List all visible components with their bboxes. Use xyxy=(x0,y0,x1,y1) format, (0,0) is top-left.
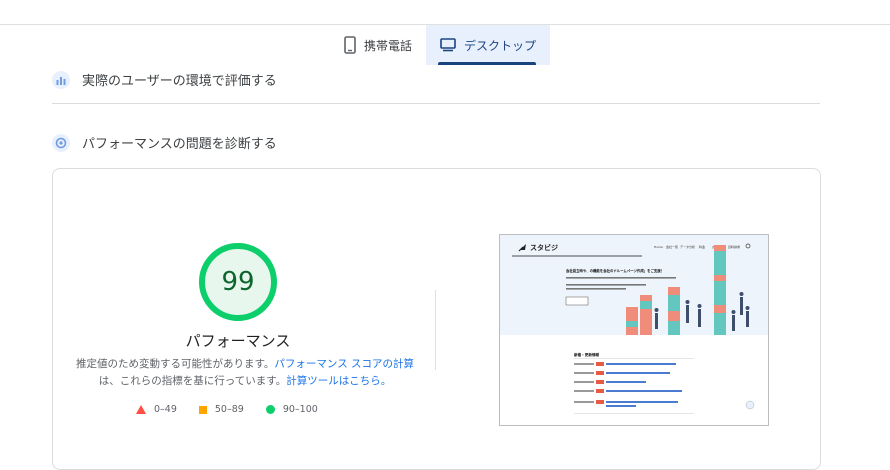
thumb-nav-2: データ分析 xyxy=(680,244,695,249)
description-text-2: は、これらの指標を基に行っています。 xyxy=(98,375,287,387)
thumb-nav-3: 料金 xyxy=(699,244,705,249)
score-calculation-link[interactable]: パフォーマンス スコアの計算 xyxy=(274,358,414,370)
vertical-separator xyxy=(435,290,436,370)
thumb-news-list xyxy=(574,362,694,414)
legend-average: 50–89 xyxy=(198,404,244,415)
mobile-phone-icon xyxy=(344,36,356,54)
thumb-brand: スタビジ xyxy=(530,243,558,252)
tab-desktop[interactable]: デスクトップ xyxy=(426,25,551,65)
score-legend: 0–49 50–89 90–100 xyxy=(136,404,318,415)
page-screenshot-thumbnail[interactable]: スタビジ Home 会社一覧 データ分析 料金 お問合せ 資料請求 会社設立時や… xyxy=(499,234,769,426)
device-tabs: 携帯電話 デスクトップ xyxy=(330,25,551,65)
desktop-monitor-icon xyxy=(440,38,456,52)
description-text-1: 推定値のため変動する可能性があります。 xyxy=(75,358,275,370)
thumb-nav-5: 資料請求 xyxy=(728,244,740,249)
legend-pass: 90–100 xyxy=(265,404,318,415)
tab-mobile[interactable]: 携帯電話 xyxy=(330,25,426,65)
legend-fail: 0–49 xyxy=(136,404,177,415)
diagnose-title: パフォーマンスの問題を診断する xyxy=(82,137,277,152)
field-data-section-header: 実際のユーザーの環境で評価する xyxy=(52,70,277,89)
tab-desktop-label: デスクトップ xyxy=(464,38,537,53)
thumb-nav-0: Home xyxy=(654,245,663,249)
field-data-title: 実際のユーザーの環境で評価する xyxy=(82,74,277,89)
legend-fail-range: 0–49 xyxy=(154,404,177,415)
legend-pass-range: 90–100 xyxy=(282,404,318,415)
score-description: 推定値のため変動する可能性があります。パフォーマンス スコアの計算 は、これらの… xyxy=(70,356,420,390)
thumbnail-canvas: スタビジ Home 会社一覧 データ分析 料金 お問合せ 資料請求 会社設立時や… xyxy=(500,235,768,414)
orange-square-icon xyxy=(198,405,207,414)
green-circle-icon xyxy=(265,405,275,414)
thumb-nav-1: 会社一覧 xyxy=(666,244,678,249)
performance-score-value: 99 xyxy=(221,267,255,297)
lab-data-icon xyxy=(52,133,70,152)
thumb-headline: 会社設立時や、の機能を会社のドルームページ作成」をご支援！ xyxy=(566,268,664,273)
section-divider xyxy=(52,103,820,104)
diagnose-section-header: パフォーマンスの問題を診断する xyxy=(52,133,277,152)
legend-average-range: 50–89 xyxy=(214,404,244,415)
thumb-news-title: 新着・更新情報 xyxy=(574,352,600,357)
performance-title: パフォーマンス xyxy=(185,332,291,350)
red-triangle-icon xyxy=(136,405,146,414)
calculator-link[interactable]: 計算ツールはこちら。 xyxy=(286,375,391,387)
field-data-icon xyxy=(52,70,70,89)
tab-mobile-label: 携帯電話 xyxy=(364,38,413,53)
